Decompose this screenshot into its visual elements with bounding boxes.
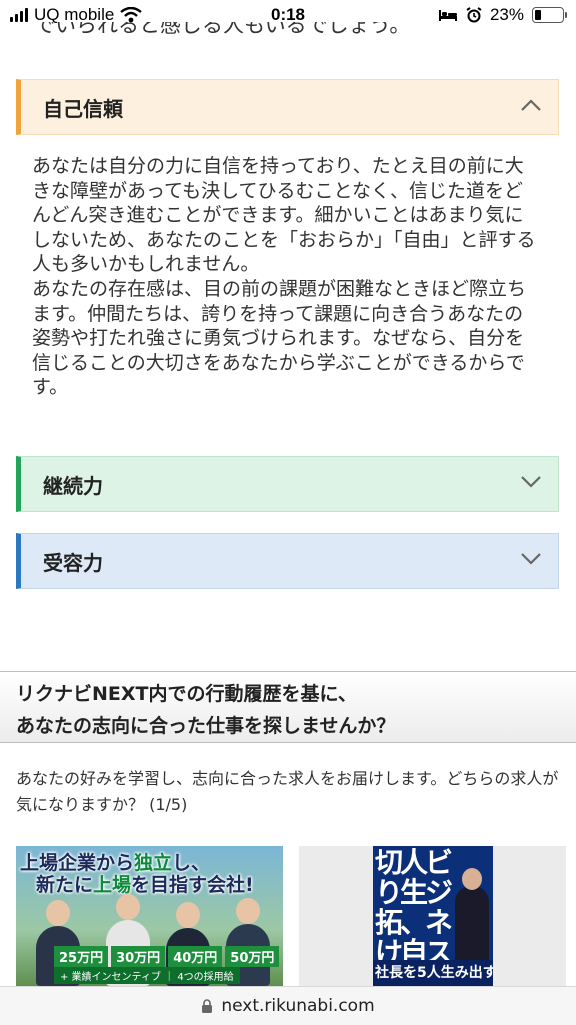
- body-paragraph: あなたは自分の力に自信を持っており、たとえ目の前に大きな障壁があっても決してひる…: [32, 155, 536, 276]
- job-card-2-image: 切 人 ビ り 生 ジ 拓 、 ネ け 自 ス 社長を5人生み出す: [373, 846, 493, 986]
- accordion-self-trust[interactable]: 自己信頼: [16, 79, 559, 135]
- recommend-title-line: リクナビNEXT内での行動履歴を基に、: [16, 683, 357, 705]
- accordion-self-trust-label: 自己信頼: [43, 96, 123, 121]
- headline-char: 、: [400, 906, 429, 939]
- salary-badges: 25万円 30万円 40万円 50万円: [54, 946, 280, 967]
- battery-fill: [535, 10, 541, 20]
- headline-char: 拓: [375, 906, 404, 939]
- headline-char: 切: [375, 846, 404, 879]
- body-paragraph: あなたの存在感は、目の前の課題が困難なときほど際立ちます。仲間たちは、誇りを持っ…: [32, 277, 527, 399]
- recommend-description: あなたの好みを学習し、志向に合った求人をお届けします。どちらの求人が気になります…: [16, 769, 559, 814]
- headline-char: 人: [400, 846, 429, 879]
- accordion-receptivity-label: 受容力: [43, 550, 103, 575]
- accordion-self-trust-body: あなたは自分の力に自信を持っており、たとえ目の前に大きな障壁があっても決してひる…: [32, 154, 537, 400]
- url-domain: next.rikunabi.com: [221, 996, 375, 1016]
- chevron-down-icon: [521, 553, 541, 565]
- accordion-receptivity[interactable]: 受容力: [16, 533, 559, 589]
- job-card-2[interactable]: 切 人 ビ り 生 ジ 拓 、 ネ け 自 ス 社長を5人生み出す: [299, 846, 566, 986]
- salary-badge: 25万円: [54, 946, 109, 967]
- headline-char: り: [375, 876, 404, 909]
- headline-char: ビ: [425, 846, 454, 879]
- headline-char: ネ: [425, 906, 454, 939]
- previous-paragraph-tail: でいられると感じる人もいるでしょう。: [34, 22, 554, 46]
- headline-text: を目指す会社!: [131, 874, 254, 896]
- salary-badge: 50万円: [225, 946, 280, 967]
- previous-paragraph-text: でいられると感じる人もいるでしょう。: [34, 22, 411, 37]
- salary-badge: 30万円: [111, 946, 166, 967]
- chevron-down-icon: [521, 476, 541, 488]
- headline-text: 新たに: [36, 874, 94, 896]
- incentive-badge: + 業績インセンティブ ｜ 4つの採用給: [54, 967, 240, 984]
- headline-char: 生: [400, 876, 429, 909]
- battery-icon: [532, 7, 567, 23]
- job-card-2-strip: 社長を5人生み出す: [373, 960, 493, 986]
- accordion-perseverance[interactable]: 継続力: [16, 456, 559, 512]
- chevron-up-icon: [521, 99, 541, 111]
- url-bar[interactable]: next.rikunabi.com: [0, 986, 576, 1025]
- accordion-perseverance-label: 継続力: [43, 473, 103, 498]
- salary-badge: 40万円: [168, 946, 223, 967]
- job-card-2-headline: 切 人 ビ り 生 ジ 拓 、 ネ け 自 ス: [375, 846, 454, 968]
- bed-icon: [438, 10, 457, 21]
- lock-icon: [202, 998, 213, 1013]
- job-card-1[interactable]: 上場企業から独立し、 新たに上場を目指す会社! 25万円 30万円 40万円 5…: [16, 846, 283, 986]
- job-card-1-headline-2: 新たに上場を目指す会社!: [36, 870, 254, 897]
- alarm-icon: [466, 7, 482, 23]
- recommend-title-line: あなたの志向に合った仕事を探しませんか？: [16, 715, 396, 737]
- headline-highlight: 上場: [93, 874, 132, 896]
- headline-char: ジ: [425, 876, 454, 909]
- recommend-title: リクナビNEXT内での行動履歴を基に、 あなたの志向に合った仕事を探しませんか？: [16, 678, 561, 742]
